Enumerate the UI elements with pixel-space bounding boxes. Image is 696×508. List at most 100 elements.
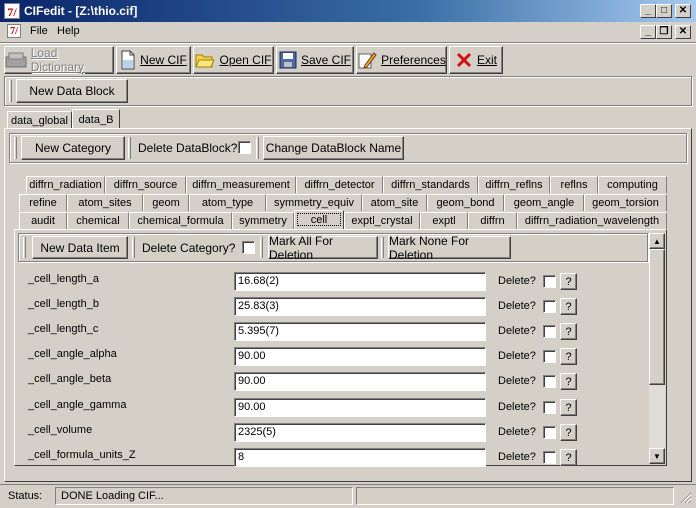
item-name-label: _cell_length_a: [28, 273, 99, 285]
menu-help[interactable]: Help: [57, 25, 80, 37]
item-name-label: _cell_angle_gamma: [28, 399, 127, 411]
tab-diffrn-reflns[interactable]: diffrn_reflns: [478, 176, 550, 193]
tab-computing[interactable]: computing: [598, 176, 667, 193]
preferences-button[interactable]: Preferences: [356, 46, 447, 74]
tab-atom-site[interactable]: atom_site: [362, 194, 427, 211]
item-value-input[interactable]: 8: [234, 448, 486, 467]
grip-handle[interactable]: [9, 80, 12, 102]
item-delete-label: Delete?: [498, 375, 536, 387]
scrollbar-thumb[interactable]: [649, 249, 665, 385]
item-value-input[interactable]: 90.00: [234, 347, 486, 366]
tab-diffrn-standards[interactable]: diffrn_standards: [383, 176, 478, 193]
tab-geom-bond[interactable]: geom_bond: [427, 194, 504, 211]
item-help-button[interactable]: ?: [560, 424, 577, 441]
item-delete-label: Delete?: [498, 350, 536, 362]
scroll-down-arrow[interactable]: ▼: [649, 448, 665, 464]
tab-exptl[interactable]: exptl: [420, 212, 468, 229]
item-delete-checkbox[interactable]: [543, 451, 556, 464]
minimize-button[interactable]: _: [640, 4, 656, 18]
tab-chemical[interactable]: chemical: [67, 212, 129, 229]
new-category-button[interactable]: New Category: [21, 136, 125, 160]
item-help-button[interactable]: ?: [560, 449, 577, 466]
item-help-button[interactable]: ?: [560, 399, 577, 416]
preferences-pencil-icon: [358, 52, 377, 69]
folder-open-icon: [195, 54, 216, 68]
preferences-label: Preferences: [381, 53, 446, 67]
tab-refine[interactable]: refine: [19, 194, 67, 211]
exit-button[interactable]: Exit: [449, 46, 503, 74]
delete-category-label: Delete Category?: [142, 241, 236, 255]
tab-symmetry[interactable]: symmetry: [232, 212, 294, 229]
resize-grip-icon[interactable]: [680, 492, 692, 504]
delete-category-checkbox[interactable]: [242, 241, 255, 254]
item-delete-checkbox[interactable]: [543, 401, 556, 414]
tab-diffrn[interactable]: diffrn: [468, 212, 517, 229]
item-value-input[interactable]: 90.00: [234, 398, 486, 417]
item-help-button[interactable]: ?: [560, 298, 577, 315]
new-data-block-button[interactable]: New Data Block: [16, 79, 128, 103]
delete-datablock-checkbox[interactable]: [238, 141, 251, 154]
tab-atom-sites[interactable]: atom_sites: [67, 194, 143, 211]
item-value-input[interactable]: 16.68(2): [234, 272, 486, 291]
menu-file[interactable]: File: [30, 25, 48, 37]
item-delete-checkbox[interactable]: [543, 350, 556, 363]
open-cif-button[interactable]: Open CIF: [193, 46, 274, 74]
item-delete-label: Delete?: [498, 451, 536, 463]
tab-exptl-crystal[interactable]: exptl_crystal: [344, 212, 420, 229]
close-button[interactable]: ✕: [675, 4, 691, 18]
item-delete-checkbox[interactable]: [543, 275, 556, 288]
tab-audit[interactable]: audit: [19, 212, 67, 229]
change-datablock-name-button[interactable]: Change DataBlock Name: [263, 136, 404, 160]
item-value-input[interactable]: 2325(5): [234, 423, 486, 442]
save-cif-button[interactable]: Save CIF: [276, 46, 354, 74]
mark-none-for-deletion-button[interactable]: Mark None For Deletion: [388, 234, 511, 262]
doc-close-button[interactable]: ✕: [675, 25, 691, 39]
doc-minimize-button[interactable]: _: [640, 25, 656, 39]
item-delete-checkbox[interactable]: [543, 325, 556, 338]
item-delete-checkbox[interactable]: [543, 300, 556, 313]
doc-restore-button[interactable]: ❐: [656, 25, 672, 39]
tab-diffrn-radiation[interactable]: diffrn_radiation: [26, 176, 105, 193]
item-delete-checkbox[interactable]: [543, 375, 556, 388]
tab-geom[interactable]: geom: [143, 194, 189, 211]
tab-cell[interactable]: cell: [294, 210, 344, 229]
tab-diffrn-radiation-wavelength[interactable]: diffrn_radiation_wavelength: [517, 212, 667, 229]
grip-handle[interactable]: [23, 237, 26, 258]
item-value-input[interactable]: 25.83(3): [234, 297, 486, 316]
tab-atom-type[interactable]: atom_type: [189, 194, 266, 211]
tab-chemical-formula[interactable]: chemical_formula: [129, 212, 232, 229]
tab-symmetry-equiv[interactable]: symmetry_equiv: [266, 194, 362, 211]
mark-all-for-deletion-button[interactable]: Mark All For Deletion: [268, 234, 378, 262]
load-dictionary-button[interactable]: Load Dictionary: [4, 46, 114, 74]
title-bar: 7/ CIFedit - [Z:\thio.cif] _ □ ✕: [0, 0, 696, 22]
tab-diffrn-detector[interactable]: diffrn_detector: [296, 176, 383, 193]
divider: [0, 43, 696, 44]
item-name-label: _cell_length_b: [28, 298, 99, 310]
item-help-button[interactable]: ?: [560, 348, 577, 365]
item-delete-checkbox[interactable]: [543, 426, 556, 439]
item-help-button[interactable]: ?: [560, 323, 577, 340]
tab-diffrn-source[interactable]: diffrn_source: [105, 176, 186, 193]
item-value-input[interactable]: 5.395(7): [234, 322, 486, 341]
new-data-item-button[interactable]: New Data Item: [32, 236, 128, 259]
tab-geom-torsion[interactable]: geom_torsion: [584, 194, 667, 211]
status-secondary-panel: [356, 487, 674, 505]
status-text-panel: DONE Loading CIF...: [55, 487, 353, 505]
tab-reflns[interactable]: reflns: [550, 176, 598, 193]
dictionary-icon: [5, 52, 27, 68]
maximize-button[interactable]: □: [656, 4, 672, 18]
scroll-up-arrow[interactable]: ▲: [649, 233, 665, 249]
doc-icon: 7/: [7, 24, 21, 38]
item-help-button[interactable]: ?: [560, 273, 577, 290]
tab-diffrn-measurement[interactable]: diffrn_measurement: [186, 176, 296, 193]
item-help-button[interactable]: ?: [560, 373, 577, 390]
separator: [132, 237, 135, 258]
tab-data-b[interactable]: data_B: [72, 109, 120, 129]
tab-data-global[interactable]: data_global: [7, 111, 72, 129]
new-cif-button[interactable]: New CIF: [116, 46, 191, 74]
grip-handle[interactable]: [14, 137, 17, 159]
tab-geom-angle[interactable]: geom_angle: [504, 194, 584, 211]
item-value-input[interactable]: 90.00: [234, 372, 486, 391]
open-cif-label: Open CIF: [219, 53, 272, 67]
save-disk-icon: [279, 51, 297, 69]
